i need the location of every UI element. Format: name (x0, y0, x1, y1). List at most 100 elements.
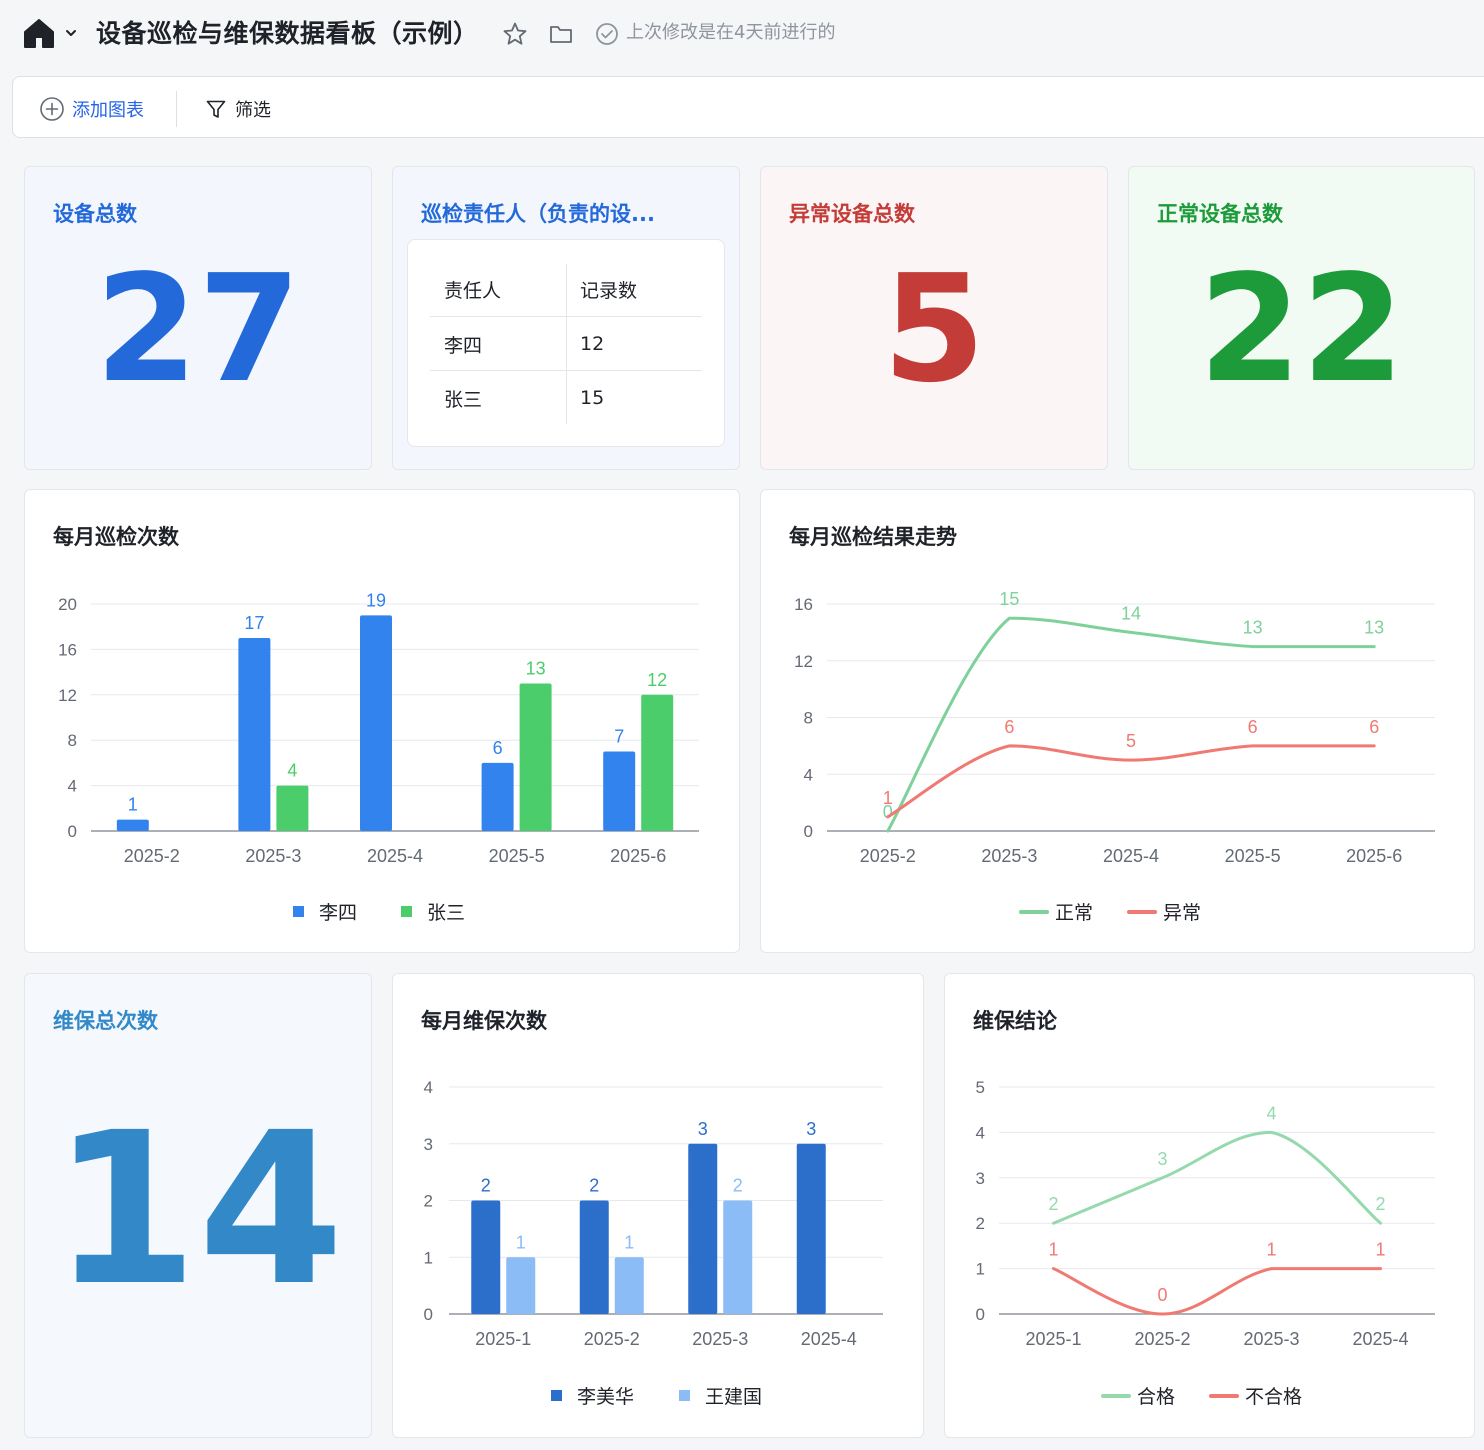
data-label: 13 (526, 658, 546, 678)
data-label: 1 (1048, 1240, 1058, 1260)
y-tick-label: 0 (804, 822, 813, 841)
y-tick-label: 5 (976, 1078, 985, 1097)
y-tick-label: 16 (794, 595, 813, 614)
data-label: 2 (589, 1176, 599, 1196)
chart-card-maintenance-result[interactable]: 维保结论 0 1 2 3 4 5 2025-1 2025-2 2025-3 2025-4 2 3 4 2 1… (944, 973, 1475, 1438)
data-label: 13 (1243, 618, 1263, 638)
add-chart-button[interactable]: 添加图表 (39, 95, 144, 123)
cell-count: 12 (580, 333, 605, 355)
bar (471, 1200, 501, 1314)
x-tick-label: 2025-1 (1025, 1329, 1081, 1349)
x-tick-label: 2025-6 (610, 846, 666, 866)
x-tick-label: 2025-3 (692, 1329, 748, 1349)
data-label: 1 (128, 795, 138, 815)
x-tick-label: 2025-2 (584, 1329, 640, 1349)
bar (603, 751, 636, 831)
y-tick-label: 0 (424, 1305, 433, 1324)
folder-icon[interactable] (548, 21, 574, 47)
table-row[interactable]: 李四 12 (430, 317, 702, 371)
legend-label: 李四 (319, 902, 357, 924)
toolbar-divider (176, 91, 177, 127)
kpi-card-total-devices[interactable]: 设备总数 27 (24, 166, 372, 470)
kpi-card-normal[interactable]: 正常设备总数 22 (1128, 166, 1475, 470)
y-tick-label: 2 (424, 1192, 433, 1211)
y-tick-label: 4 (804, 765, 813, 784)
kpi-value: 5 (882, 243, 986, 415)
data-label: 6 (1369, 717, 1379, 737)
table-row[interactable]: 张三 15 (430, 371, 702, 425)
x-tick-label: 2025-2 (1134, 1329, 1190, 1349)
y-tick-label: 3 (976, 1169, 985, 1188)
kpi-card-abnormal[interactable]: 异常设备总数 5 (760, 166, 1108, 470)
data-label: 3 (698, 1119, 708, 1139)
y-tick-label: 0 (68, 822, 77, 841)
y-tick-label: 8 (804, 709, 813, 728)
legend-label: 李美华 (577, 1386, 634, 1408)
page-title[interactable]: 设备巡检与维保数据看板（示例） (96, 16, 479, 52)
inspection-trend-chart: 04812162025-2 2025-3 2025-4 2025-5 2025-6015… (794, 589, 1435, 924)
data-label: 6 (1004, 717, 1014, 737)
kpi-title: 设备总数 (53, 202, 137, 226)
y-tick-label: 4 (976, 1123, 985, 1142)
data-label: 2 (1048, 1194, 1058, 1214)
legend-label: 张三 (427, 902, 465, 924)
data-label: 19 (366, 590, 386, 610)
y-tick-label: 12 (58, 686, 77, 705)
data-label: 1 (1375, 1240, 1385, 1260)
kpi-card-maintenance-total[interactable]: 维保总次数 14 (24, 973, 372, 1438)
data-label: 4 (1266, 1103, 1276, 1123)
x-tick-label: 2025-3 (981, 846, 1037, 866)
kpi-title: 维保总次数 (53, 1009, 158, 1033)
data-label: 14 (1121, 603, 1141, 623)
filter-button[interactable]: 筛选 (205, 95, 271, 123)
chevron-down-icon[interactable] (64, 26, 78, 40)
filter-icon (206, 100, 226, 118)
saved-check-icon (596, 23, 618, 45)
responsible-table: 责任人 记录数 李四 12 张三 15 (407, 239, 725, 447)
data-label: 1 (1266, 1240, 1276, 1260)
kpi-value: 14 (51, 1087, 345, 1332)
bar (723, 1200, 753, 1314)
home-icon[interactable] (22, 17, 56, 49)
chart-card-monthly-inspections[interactable]: 每月巡检次数 0 4 8 12 16 20 2025-2 2025-3 2025-4 2025-5… (24, 489, 740, 953)
x-tick-label: 2025-4 (367, 846, 423, 866)
bar (579, 1200, 609, 1314)
data-label: 1 (516, 1232, 526, 1252)
bar (116, 819, 149, 831)
last-modified-text: 上次修改是在4天前进行的 (626, 22, 836, 43)
data-label: 5 (1126, 731, 1136, 751)
legend-label: 合格 (1137, 1386, 1175, 1408)
x-tick-label: 2025-3 (245, 846, 301, 866)
bar (238, 638, 271, 831)
kpi-value: 27 (95, 243, 301, 415)
data-label: 12 (647, 670, 667, 690)
bar (688, 1143, 718, 1314)
y-tick-label: 4 (68, 777, 77, 796)
legend-label: 异常 (1163, 902, 1201, 924)
legend-swatch (401, 906, 412, 917)
y-tick-label: 20 (58, 595, 77, 614)
cell-name: 张三 (444, 388, 483, 411)
y-tick-label: 4 (424, 1078, 433, 1097)
data-label: 3 (1157, 1149, 1167, 1169)
x-tick-label: 2025-6 (1346, 846, 1402, 866)
data-label: 0 (1157, 1285, 1167, 1305)
top-bar: 设备巡检与维保数据看板（示例） 上次修改是在4天前进行的 (0, 0, 1484, 76)
bar (276, 785, 309, 831)
y-tick-label: 3 (424, 1135, 433, 1154)
y-tick-label: 0 (976, 1305, 985, 1324)
data-label: 2 (481, 1176, 491, 1196)
x-tick-label: 2025-5 (1225, 846, 1281, 866)
data-label: 2 (733, 1176, 743, 1196)
bar (614, 1257, 644, 1314)
chart-card-inspection-trend[interactable]: 每月巡检结果走势 0 4 8 12 16 2025-2 2025-3 2025-4 2025-5… (760, 489, 1475, 953)
legend-swatch (679, 1390, 690, 1401)
star-icon[interactable] (502, 21, 528, 47)
responsible-card[interactable]: 巡检责任人（负责的设... 责任人 记录数 李四 12 张三 15 (392, 166, 740, 470)
chart-card-monthly-maintenance[interactable]: 每月维保次数 0 1 2 3 4 2025-1 2025-2 2025-3 2025-4 2 2 3 3… (392, 973, 924, 1438)
data-label: 15 (999, 589, 1019, 609)
bar (641, 694, 674, 831)
header-cell: 责任人 (444, 279, 502, 302)
legend-label: 不合格 (1245, 1386, 1302, 1408)
kpi-title: 异常设备总数 (789, 202, 915, 226)
